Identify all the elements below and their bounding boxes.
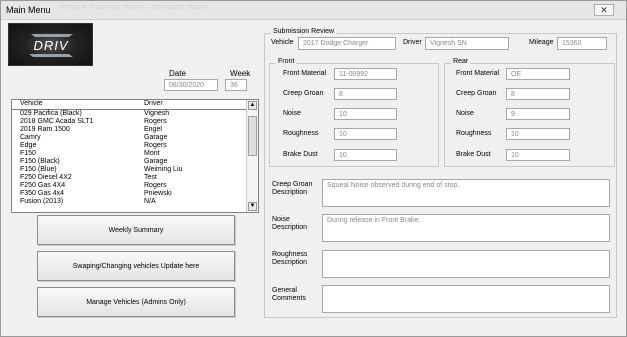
front-dust-label: Brake Dust (283, 151, 318, 158)
driver-cell: Rogers (144, 142, 167, 149)
vehicle-cell: Fusion (2013) (20, 198, 64, 205)
driver-field[interactable]: Vignesh SN (425, 37, 509, 50)
general-comments-field[interactable] (322, 285, 610, 313)
front-creep-label: Creep Groan (283, 90, 324, 97)
rear-caption: Rear (451, 58, 471, 65)
week-label: Week (230, 69, 251, 78)
vehicle-cell: 2018 GMC Acada SLT1 (20, 118, 94, 125)
scroll-thumb[interactable] (248, 116, 257, 156)
rear-noise-label: Noise (456, 110, 474, 117)
driv-logo: DRIV (8, 23, 93, 66)
vehicle-field[interactable]: 2017 Dodge Charger (298, 37, 396, 50)
vehicle-cell: F150 (Blue) (20, 166, 57, 173)
manage-vehicles-button[interactable]: Manage Vehicles (Admins Only) (37, 287, 235, 317)
front-noise-field[interactable]: 10 (334, 108, 397, 120)
driver-cell: Engel (144, 126, 162, 133)
driver-cell: Garage (144, 134, 168, 141)
front-roughness-label: Roughness (283, 130, 319, 137)
list-item[interactable]: F150 (Black) Garage (12, 158, 248, 166)
weekly-summary-button[interactable]: Weekly Summary (37, 215, 235, 245)
front-creep-field[interactable]: 8 (334, 88, 397, 100)
vehicle-label: Vehicle (271, 39, 294, 46)
driver-label: Driver (403, 39, 422, 46)
list-item[interactable]: F150 (Blue) Weiming Liu (12, 166, 248, 174)
main-menu-window: Main Menu Vehicle Tracking Sheet - Micro… (0, 0, 627, 337)
window-title: Main Menu (6, 5, 51, 15)
front-dust-field[interactable]: 10 (334, 149, 397, 161)
vehicle-cell: F350 Gas 4x4 (20, 190, 64, 197)
front-noise-label: Noise (283, 110, 301, 117)
logo-text: DRIV (33, 38, 68, 53)
mileage-field[interactable]: 15360 (557, 37, 607, 50)
rear-dust-field[interactable]: 10 (506, 149, 570, 161)
driver-cell: Garage (144, 158, 168, 165)
rear-noise-field[interactable]: 9 (506, 108, 570, 120)
list-item[interactable]: 2019 Ram 1500 Engel (12, 126, 248, 134)
driver-cell: Pniewski (144, 190, 172, 197)
close-button[interactable]: ✕ (594, 4, 614, 16)
week-field[interactable]: 36 (225, 79, 247, 91)
front-material-field[interactable]: 11-00992 (334, 68, 397, 80)
rear-material-field[interactable]: OE (506, 68, 570, 80)
creep-description-label: Creep Groan Description (272, 181, 313, 196)
list-scrollbar[interactable]: ▲ ▼ (246, 100, 258, 212)
date-field[interactable]: 08/30/2020 (164, 79, 218, 91)
mileage-label: Mileage (529, 39, 554, 46)
vehicle-cell: 2019 Ram 1500 (20, 126, 70, 133)
vehicle-cell: F250 Diesel 4X2 (20, 174, 72, 181)
submission-review-caption: Submission Review (271, 28, 337, 35)
list-item[interactable]: 029 Pacifica (Black) Vignesh (12, 110, 248, 118)
driver-cell: Vignesh (144, 110, 170, 117)
driver-cell: N/A (144, 198, 156, 205)
list-item[interactable]: Camry Garage (12, 134, 248, 142)
creep-description-field[interactable]: Squeal Noise observed during end of stop… (322, 179, 610, 207)
rear-dust-label: Brake Dust (456, 151, 491, 158)
rear-creep-field[interactable]: 8 (506, 88, 570, 100)
noise-description-field[interactable]: During release in Front Brake. (322, 214, 610, 242)
front-material-label: Front Material (283, 70, 327, 77)
vehicle-list[interactable]: Vehicle Driver 029 Pacifica (Black) Vigne… (11, 99, 259, 213)
rear-roughness-label: Roughness (456, 130, 492, 137)
column-header-driver: Driver (144, 100, 163, 107)
date-label: Date (169, 69, 186, 78)
driver-cell: Mont (144, 150, 160, 157)
title-bar: Main Menu Vehicle Tracking Sheet - Micro… (1, 1, 626, 20)
rear-material-label: Front Material (456, 70, 500, 77)
vehicle-cell: 029 Pacifica (Black) (20, 110, 82, 117)
list-header: Vehicle Driver (12, 100, 248, 110)
list-item[interactable]: F250 Diesel 4X2 Test (12, 174, 248, 182)
driver-cell: Rogers (144, 118, 167, 125)
rear-creep-label: Creep Groan (456, 90, 497, 97)
list-item[interactable]: F150 Mont (12, 150, 248, 158)
roughness-description-field[interactable] (322, 250, 610, 278)
list-item[interactable]: 2018 GMC Acada SLT1 Rogers (12, 118, 248, 126)
background-caption: Vehicle Tracking Sheet - Microsoft Excel (61, 5, 209, 11)
vehicle-cell: Edge (20, 142, 37, 149)
driv-logo-graphic: DRIV (29, 34, 73, 57)
roughness-description-label: Roughness Description (272, 251, 308, 266)
list-item[interactable]: Fusion (2013) N/A (12, 198, 248, 206)
front-roughness-field[interactable]: 10 (334, 128, 397, 140)
swap-vehicles-button[interactable]: Swaping/Changing vehicles Update here (37, 251, 235, 281)
list-item[interactable]: F250 Gas 4X4 Rogers (12, 182, 248, 190)
list-item[interactable]: F350 Gas 4x4 Pniewski (12, 190, 248, 198)
close-icon: ✕ (600, 5, 608, 15)
general-comments-label: General Comments (272, 287, 306, 302)
vehicle-cell: Camry (20, 134, 41, 141)
front-caption: Front (276, 58, 297, 65)
scroll-down-icon[interactable]: ▼ (248, 202, 257, 211)
noise-description-label: Noise Description (272, 216, 308, 231)
driver-cell: Rogers (144, 182, 167, 189)
vehicle-cell: F250 Gas 4X4 (20, 182, 66, 189)
scroll-up-icon[interactable]: ▲ (248, 101, 257, 110)
driver-cell: Test (144, 174, 157, 181)
vehicle-cell: F150 (20, 150, 36, 157)
rear-roughness-field[interactable]: 10 (506, 128, 570, 140)
vehicle-cell: F150 (Black) (20, 158, 60, 165)
list-item[interactable]: Edge Rogers (12, 142, 248, 150)
driver-cell: Weiming Liu (144, 166, 183, 173)
column-header-vehicle: Vehicle (20, 100, 43, 107)
